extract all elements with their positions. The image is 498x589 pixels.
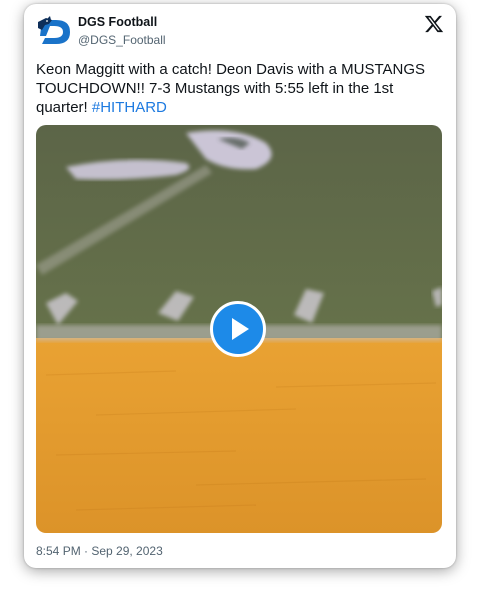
tweet-card: DGS Football @DGS_Football Keon Maggitt … <box>24 4 456 568</box>
hashtag-link[interactable]: #HITHARD <box>92 99 167 116</box>
tweet-timestamp[interactable]: 8:54 PM · Sep 29, 2023 <box>36 544 163 558</box>
play-icon <box>232 318 249 340</box>
account-name[interactable]: DGS Football <box>78 15 157 29</box>
play-button[interactable] <box>210 301 266 357</box>
x-logo-icon[interactable] <box>424 14 444 34</box>
video-player[interactable] <box>36 125 442 533</box>
tweet-text: Keon Maggitt with a catch! Deon Davis wi… <box>36 60 446 117</box>
tweet-header: DGS Football @DGS_Football <box>36 14 446 50</box>
mustang-d-logo-icon[interactable] <box>36 16 74 48</box>
account-handle[interactable]: @DGS_Football <box>78 33 166 47</box>
